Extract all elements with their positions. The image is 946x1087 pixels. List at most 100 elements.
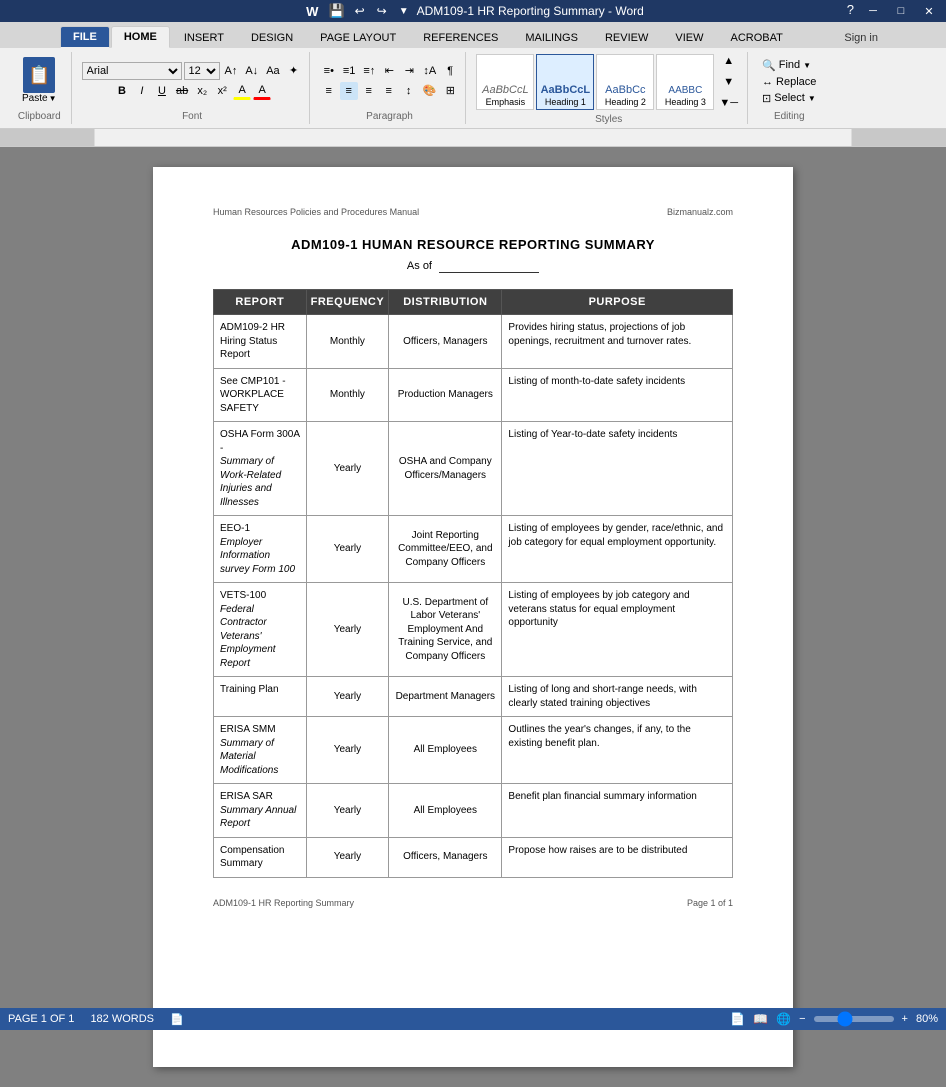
- cell-distribution-1: Production Managers: [389, 368, 502, 422]
- redo-button[interactable]: ↪: [373, 2, 391, 20]
- page: Human Resources Policies and Procedures …: [153, 167, 793, 1067]
- shrink-font-button[interactable]: A↓: [242, 62, 261, 80]
- grow-font-button[interactable]: A↑: [222, 62, 241, 80]
- view-print-button[interactable]: 📄: [730, 1012, 745, 1026]
- tab-design[interactable]: DESIGN: [238, 27, 306, 48]
- style-heading3-label: Heading 3: [665, 97, 706, 107]
- tab-acrobat[interactable]: ACROBAT: [717, 27, 795, 48]
- zoom-slider[interactable]: [814, 1016, 894, 1022]
- paste-label: Paste: [22, 93, 48, 104]
- window-title: ADM109-1 HR Reporting Summary - Word: [417, 4, 644, 18]
- bullets-button[interactable]: ≡•: [320, 62, 338, 80]
- page-footer: ADM109-1 HR Reporting Summary Page 1 of …: [213, 898, 733, 908]
- multilevel-button[interactable]: ≡↑: [360, 62, 378, 80]
- customize-button[interactable]: ▼: [395, 2, 413, 20]
- style-heading1[interactable]: AaBbCcL Heading 1: [536, 54, 594, 110]
- subscript-button[interactable]: x₂: [193, 82, 211, 100]
- show-marks-button[interactable]: ¶: [441, 62, 459, 80]
- undo-button[interactable]: ↩: [351, 2, 369, 20]
- replace-label: Replace: [776, 76, 816, 88]
- styles-more[interactable]: ▼─: [716, 94, 741, 112]
- cell-report-3: EEO-1Employer Information survey Form 10…: [214, 516, 307, 583]
- align-center-button[interactable]: ≡: [340, 82, 358, 100]
- paste-dropdown-icon[interactable]: ▼: [49, 94, 57, 103]
- table-row: Training PlanYearlyDepartment ManagersLi…: [214, 677, 733, 717]
- cell-frequency-1: Monthly: [306, 368, 389, 422]
- cell-report-1: See CMP101 - WORKPLACE SAFETY: [214, 368, 307, 422]
- align-left-button[interactable]: ≡: [320, 82, 338, 100]
- numbering-button[interactable]: ≡1: [340, 62, 359, 80]
- shading-button[interactable]: 🎨: [420, 82, 440, 100]
- para-row2: ≡ ≡ ≡ ≡ ↕ 🎨 ⊞: [320, 82, 460, 100]
- paragraph-label: Paragraph: [366, 111, 413, 124]
- style-heading2[interactable]: AaBbCc Heading 2: [596, 54, 654, 110]
- superscript-button[interactable]: x²: [213, 82, 231, 100]
- style-heading1-label: Heading 1: [545, 97, 586, 107]
- cell-frequency-0: Monthly: [306, 315, 389, 369]
- style-heading2-label: Heading 2: [605, 97, 646, 107]
- quick-access-toolbar[interactable]: W 💾 ↩ ↪ ▼: [302, 0, 416, 22]
- zoom-out-icon[interactable]: −: [799, 1013, 805, 1025]
- strikethrough-button[interactable]: ab: [173, 82, 191, 100]
- select-button[interactable]: ⊡ Select ▼: [758, 91, 820, 106]
- italic-button[interactable]: I: [133, 82, 151, 100]
- close-button[interactable]: ✕: [916, 2, 942, 20]
- cell-frequency-8: Yearly: [306, 837, 389, 877]
- save-button[interactable]: 💾: [326, 2, 346, 20]
- bold-button[interactable]: B: [113, 82, 131, 100]
- font-name-select[interactable]: Arial: [82, 62, 182, 80]
- view-read-button[interactable]: 📖: [753, 1012, 768, 1026]
- borders-button[interactable]: ⊞: [441, 82, 459, 100]
- report-table: REPORT FREQUENCY DISTRIBUTION PURPOSE AD…: [213, 289, 733, 878]
- col-header-frequency: FREQUENCY: [306, 290, 389, 315]
- word-count: 182 WORDS: [90, 1013, 154, 1025]
- ribbon-tabs: FILE HOME INSERT DESIGN PAGE LAYOUT REFE…: [0, 22, 946, 48]
- font-size-select[interactable]: 12: [184, 62, 220, 80]
- tab-page-layout[interactable]: PAGE LAYOUT: [307, 27, 409, 48]
- window-controls[interactable]: ? ─ □ ✕: [843, 2, 942, 20]
- cell-report-2: OSHA Form 300A -Summary of Work-Related …: [214, 422, 307, 516]
- select-label: Select: [774, 92, 805, 104]
- sort-button[interactable]: ↕A: [420, 62, 439, 80]
- clear-format-button[interactable]: ✦: [285, 62, 303, 80]
- font-format-row: B I U ab x₂ x² A A: [113, 82, 271, 100]
- tab-review[interactable]: REVIEW: [592, 27, 661, 48]
- select-dropdown-icon[interactable]: ▼: [808, 94, 816, 103]
- style-emphasis[interactable]: AaBbCcL Emphasis: [476, 54, 534, 110]
- align-right-button[interactable]: ≡: [360, 82, 378, 100]
- table-header-row: REPORT FREQUENCY DISTRIBUTION PURPOSE: [214, 290, 733, 315]
- cell-frequency-2: Yearly: [306, 422, 389, 516]
- table-row: See CMP101 - WORKPLACE SAFETYMonthlyProd…: [214, 368, 733, 422]
- underline-button[interactable]: U: [153, 82, 171, 100]
- text-highlight-button[interactable]: A: [233, 82, 251, 100]
- tab-home[interactable]: HOME: [111, 26, 170, 48]
- view-web-button[interactable]: 🌐: [776, 1012, 791, 1026]
- font-color-button[interactable]: A: [253, 82, 271, 100]
- tab-mailings[interactable]: MAILINGS: [512, 27, 591, 48]
- zoom-in-icon[interactable]: +: [902, 1013, 908, 1025]
- style-heading3[interactable]: AABBC Heading 3: [656, 54, 714, 110]
- cell-distribution-8: Officers, Managers: [389, 837, 502, 877]
- line-spacing-button[interactable]: ↕: [400, 82, 418, 100]
- find-button[interactable]: 🔍 Find ▼: [758, 58, 820, 73]
- replace-button[interactable]: ↔ Replace: [758, 75, 820, 89]
- paste-button[interactable]: 📋 Paste ▼: [14, 55, 65, 106]
- maximize-button[interactable]: □: [888, 2, 914, 20]
- tab-insert[interactable]: INSERT: [171, 27, 237, 48]
- tab-file[interactable]: FILE: [60, 26, 110, 48]
- decrease-indent-button[interactable]: ⇤: [380, 62, 398, 80]
- footer-left: ADM109-1 HR Reporting Summary: [213, 898, 354, 908]
- increase-indent-button[interactable]: ⇥: [400, 62, 418, 80]
- change-case-button[interactable]: Aa: [263, 62, 282, 80]
- justify-button[interactable]: ≡: [380, 82, 398, 100]
- sign-in-label[interactable]: Sign in: [836, 28, 886, 48]
- header-left: Human Resources Policies and Procedures …: [213, 207, 419, 217]
- styles-scroll-down[interactable]: ▼: [716, 73, 741, 91]
- help-button[interactable]: ?: [843, 2, 858, 20]
- tab-references[interactable]: REFERENCES: [410, 27, 511, 48]
- styles-scroll-up[interactable]: ▲: [716, 52, 741, 70]
- minimize-button[interactable]: ─: [860, 2, 886, 20]
- col-header-distribution: DISTRIBUTION: [389, 290, 502, 315]
- tab-view[interactable]: VIEW: [662, 27, 716, 48]
- find-dropdown-icon[interactable]: ▼: [803, 61, 811, 70]
